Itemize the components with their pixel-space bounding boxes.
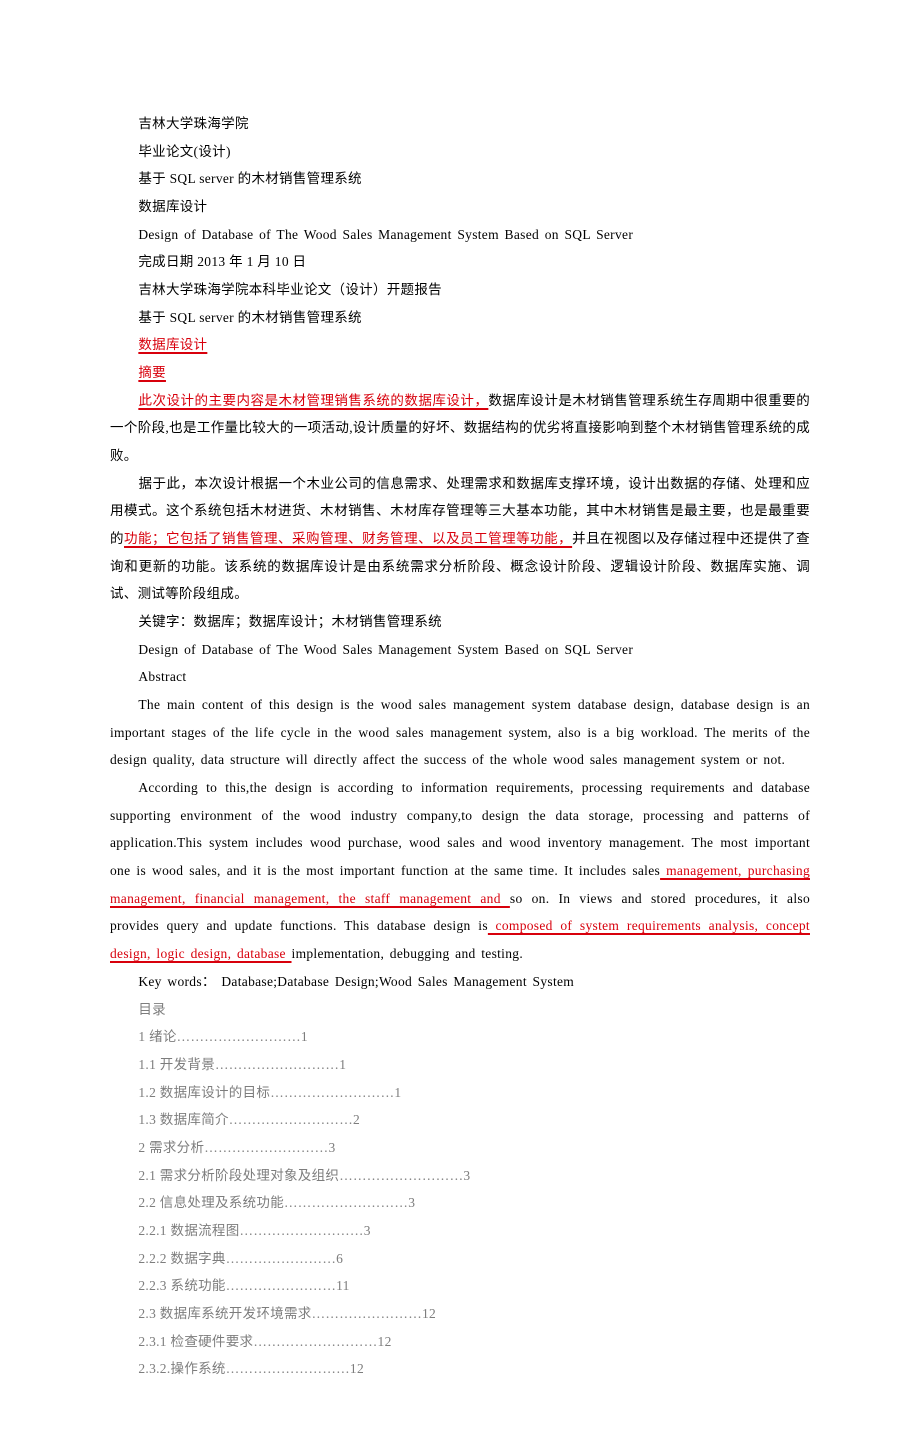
toc-page-number: 2: [353, 1112, 360, 1127]
toc-item: 2.3.1 检查硬件要求………………………12: [110, 1328, 810, 1356]
proposal-title: 吉林大学珠海学院本科毕业论文（设计）开题报告: [110, 276, 810, 304]
toc-page-number: 3: [328, 1140, 335, 1155]
title-cn-line1: 基于 SQL server 的木材销售管理系统: [110, 165, 810, 193]
toc-dots: ……………………: [226, 1251, 336, 1266]
toc-item: 2.3 数据库系统开发环境需求……………………12: [110, 1300, 810, 1328]
toc-item: 1.3 数据库简介………………………2: [110, 1106, 810, 1134]
school-name: 吉林大学珠海学院: [110, 110, 810, 138]
toc-item: 2.2.3 系统功能……………………11: [110, 1272, 810, 1300]
toc-item: 1.1 开发背景………………………1: [110, 1051, 810, 1079]
completion-date: 完成日期 2013 年 1 月 10 日: [110, 248, 810, 276]
abstract-label-en: Abstract: [110, 663, 810, 691]
toc-dots: ………………………: [284, 1195, 408, 1210]
toc-item-title: 2.1 需求分析阶段处理对象及组织: [138, 1168, 339, 1183]
toc-item: 2.2.1 数据流程图………………………3: [110, 1217, 810, 1245]
toc-item-title: 2 需求分析: [138, 1140, 204, 1155]
toc-dots: ………………………: [270, 1085, 394, 1100]
toc-page-number: 12: [378, 1334, 392, 1349]
toc-item-title: 2.2.2 数据字典: [138, 1251, 225, 1266]
toc-dots: ………………………: [253, 1334, 377, 1349]
toc-item-title: 2.2 信息处理及系统功能: [138, 1195, 284, 1210]
keywords-cn: 关键字：数据库；数据库设计；木材销售管理系统: [110, 608, 810, 636]
toc-item: 2.3.2.操作系统………………………12: [110, 1355, 810, 1383]
title-en-2: Design of Database of The Wood Sales Man…: [110, 636, 810, 664]
toc-page-number: 6: [336, 1251, 343, 1266]
toc-item-title: 1 绪论: [138, 1029, 176, 1044]
title-cn-db-design-hl: 数据库设计: [110, 331, 810, 359]
document-page: 吉林大学珠海学院 毕业论文(设计) 基于 SQL server 的木材销售管理系…: [0, 0, 920, 1443]
toc-page-number: 12: [422, 1306, 436, 1321]
toc-item: 2.2.2 数据字典……………………6: [110, 1245, 810, 1273]
toc-dots: ………………………: [226, 1361, 350, 1376]
toc-page-number: 3: [408, 1195, 415, 1210]
toc-dots: ……………………: [226, 1278, 336, 1293]
toc-item: 2.2 信息处理及系统功能………………………3: [110, 1189, 810, 1217]
toc-item-title: 2.2.3 系统功能: [138, 1278, 225, 1293]
toc-dots: ………………………: [177, 1029, 301, 1044]
abstract-en-p2: According to this,the design is accordin…: [110, 774, 810, 968]
toc-page-number: 1: [301, 1029, 308, 1044]
abstract-cn-p2: 据于此，本次设计根据一个木业公司的信息需求、处理需求和数据库支撑环境，设计出数据…: [110, 470, 810, 608]
toc-item: 1.2 数据库设计的目标………………………1: [110, 1079, 810, 1107]
toc-dots: ……………………: [312, 1306, 422, 1321]
toc-page-number: 3: [463, 1168, 470, 1183]
toc-dots: ………………………: [215, 1057, 339, 1072]
toc-page-number: 1: [339, 1057, 346, 1072]
title-cn-line3: 基于 SQL server 的木材销售管理系统: [110, 304, 810, 332]
abstract-label-cn: 摘要: [110, 359, 810, 387]
toc-page-number: 12: [350, 1361, 364, 1376]
abstract-en-p1: The main content of this design is the w…: [110, 691, 810, 774]
toc-dots: ………………………: [204, 1140, 328, 1155]
toc-item: 1 绪论………………………1: [110, 1023, 810, 1051]
doc-type: 毕业论文(设计): [110, 138, 810, 166]
toc-item-title: 2.3 数据库系统开发环境需求: [138, 1306, 311, 1321]
toc-page-number: 3: [364, 1223, 371, 1238]
abstract-cn-p1: 此次设计的主要内容是木材管理销售系统的数据库设计，数据库设计是木材销售管理系统生…: [110, 387, 810, 470]
toc-item-title: 1.2 数据库设计的目标: [138, 1085, 270, 1100]
toc-dots: ………………………: [339, 1168, 463, 1183]
toc-item-title: 2.2.1 数据流程图: [138, 1223, 239, 1238]
toc-item-title: 1.3 数据库简介: [138, 1112, 228, 1127]
title-cn-line2: 数据库设计: [110, 193, 810, 221]
toc-page-number: 1: [394, 1085, 401, 1100]
toc-dots: ………………………: [229, 1112, 353, 1127]
toc-item: 2.1 需求分析阶段处理对象及组织………………………3: [110, 1162, 810, 1190]
toc-item-title: 2.3.1 检查硬件要求: [138, 1334, 253, 1349]
toc: 1 绪论………………………11.1 开发背景………………………11.2 数据库设…: [110, 1023, 810, 1383]
title-en: Design of Database of The Wood Sales Man…: [110, 221, 810, 249]
toc-page-number: 11: [336, 1278, 350, 1293]
toc-item: 2 需求分析………………………3: [110, 1134, 810, 1162]
toc-label: 目录: [110, 996, 810, 1024]
keywords-en: Key words： Database;Database Design;Wood…: [110, 968, 810, 996]
toc-item-title: 2.3.2.操作系统: [138, 1361, 225, 1376]
toc-item-title: 1.1 开发背景: [138, 1057, 215, 1072]
toc-dots: ………………………: [240, 1223, 364, 1238]
